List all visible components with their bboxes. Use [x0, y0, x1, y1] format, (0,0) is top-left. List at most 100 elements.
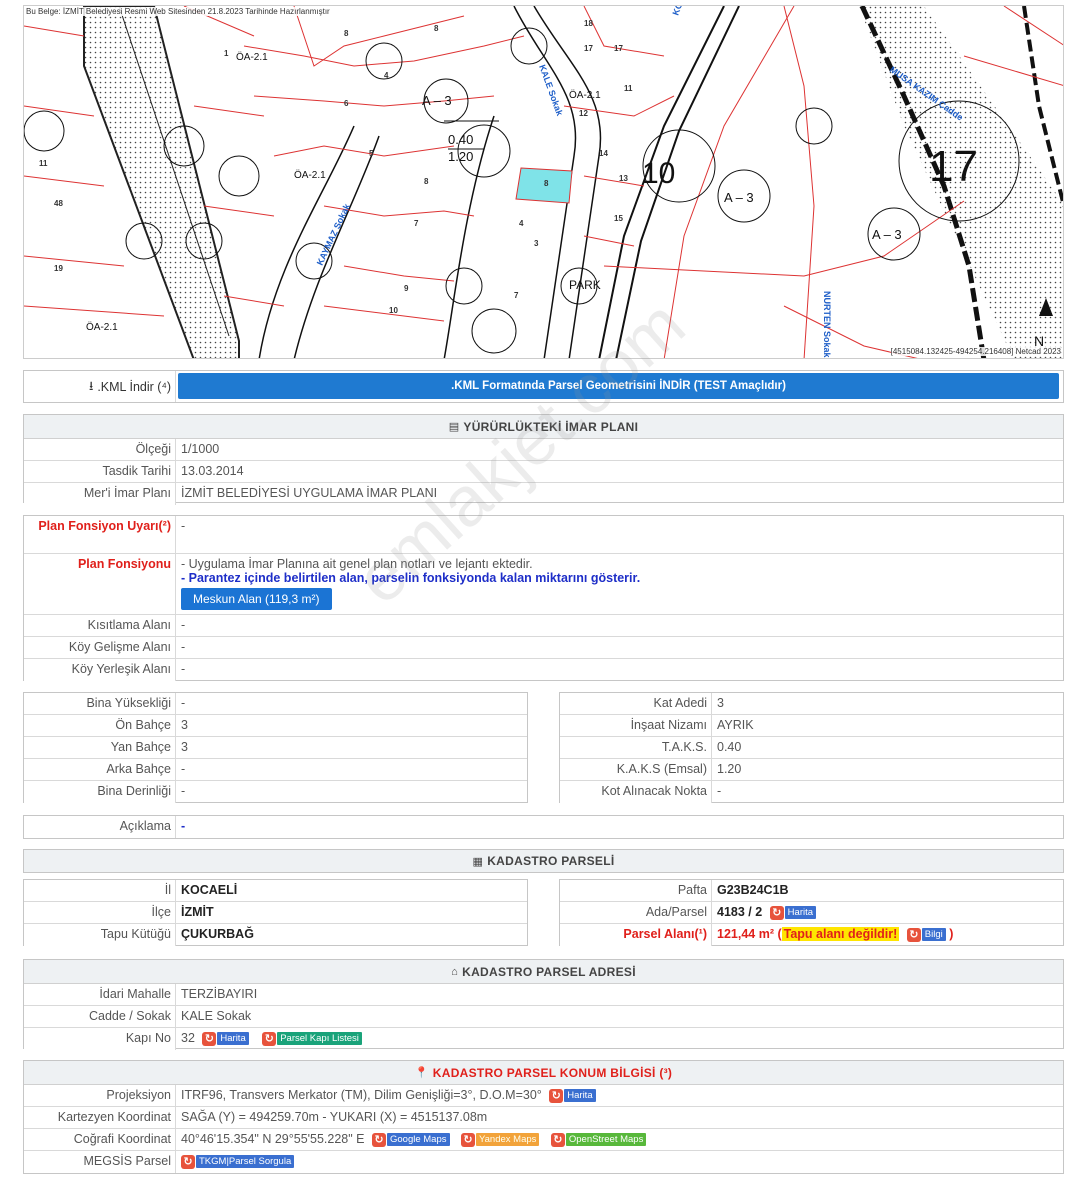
cartesian-value: SAĞA (Y) = 494259.70m - YUKARI (X) = 451…: [181, 1110, 488, 1124]
svg-text:3: 3: [534, 239, 539, 248]
cadastre-value: İZMİT: [181, 905, 214, 919]
map-zone-a3-label: A – 3: [724, 190, 754, 205]
kml-label-text: .KML İndir (⁴): [97, 380, 171, 394]
external-link-icon: ↻: [181, 1154, 195, 1169]
external-link-icon: ↻: [769, 905, 784, 920]
kml-label: ⭳ .KML İndir (⁴): [24, 371, 176, 402]
svg-text:48: 48: [54, 199, 63, 208]
imar-value: 13.03.2014: [181, 464, 244, 478]
plan-function-label: Plan Fonsiyonu: [24, 554, 176, 614]
map-oa-label: ÖA-2.1: [236, 51, 268, 63]
openstreet-maps-link[interactable]: ↻ OpenStreet Maps: [550, 1132, 647, 1147]
megsis-link[interactable]: ↻ TKGM|Parsel Sorgula: [181, 1154, 295, 1169]
bilgi-link[interactable]: ↻ Bilgi: [906, 927, 946, 942]
imar-label: Mer'i İmar Planı: [24, 483, 176, 505]
parcel-area-value: 121,44 m²: [717, 927, 774, 941]
svg-text:15: 15: [614, 214, 623, 223]
ada-harita-link-text: Harita: [784, 906, 817, 920]
external-link-icon: ↻: [550, 1132, 565, 1147]
plan-function-warning-value: -: [181, 519, 186, 533]
map-caption: Bu Belge: İZMİT Belediyesi Resmi Web Sit…: [26, 7, 330, 16]
ada-harita-link[interactable]: ↻ Harita: [769, 905, 817, 920]
home-icon: ⌂: [451, 965, 459, 978]
building-label: Bina Derinliği: [24, 781, 176, 803]
map-zone-a3-label: A – 3: [422, 93, 452, 108]
svg-text:13: 13: [619, 174, 628, 183]
grid-icon: ▦: [472, 855, 484, 868]
svg-text:6: 6: [344, 99, 349, 108]
cadastre-title: KADASTRO PARSELİ: [487, 854, 615, 868]
building-value: -: [181, 784, 186, 798]
cadastre-right-table: Pafta G23B24C1B Ada/Parsel 4183 / 2 ↻ Hari…: [559, 879, 1064, 946]
building-value: -: [181, 762, 186, 776]
imar-value: 1/1000: [181, 442, 220, 456]
map-zone-17-label: 17: [929, 142, 978, 191]
door-list-link[interactable]: ↻ Parsel Kapı Listesi: [262, 1031, 362, 1046]
svg-text:12: 12: [579, 109, 588, 118]
address-label: İdari Mahalle: [24, 984, 176, 1005]
zoning-map[interactable]: 8 8 17 18 11 6 879 10 4 7 3 15 13 48 19 11 145 14 1…: [23, 5, 1064, 359]
restriction-value: -: [181, 618, 186, 632]
svg-text:4: 4: [384, 71, 389, 80]
address-label: Cadde / Sokak: [24, 1006, 176, 1027]
external-link-icon: ↻: [372, 1132, 386, 1147]
building-label: Yan Bahçe: [24, 737, 176, 758]
svg-text:7: 7: [514, 291, 519, 300]
imar-value: İZMİT BELEDİYESİ UYGULAMA İMAR PLANI: [181, 486, 438, 500]
pafta-label: Pafta: [560, 880, 712, 901]
svg-text:11: 11: [624, 84, 633, 93]
map-canvas: 8817 18116 879 1047 31513 481911 145 141…: [24, 6, 1063, 358]
svg-text:10: 10: [389, 306, 398, 315]
meskun-alan-button[interactable]: Meskun Alan (119,3 m²): [181, 588, 332, 610]
cadastre-left-table: İl KOCAELİ İlçe İZMİT Tapu Kütüğü ÇUKURBAĞ: [23, 879, 528, 946]
address-title: KADASTRO PARSEL ADRESİ: [462, 964, 636, 979]
bilgi-link-text: Bilgi: [921, 928, 946, 942]
kml-download-button[interactable]: .KML Formatında Parsel Geometrisini İNDİ…: [178, 373, 1059, 399]
map-zone-10-label: 10: [642, 157, 675, 190]
google-maps-link-text: Google Maps: [387, 1133, 450, 1147]
map-kaks-label: 1.20: [448, 149, 473, 164]
plan-function-section: Plan Fonsiyon Uyarı(²) - Plan Fonsiyonu …: [23, 515, 1064, 681]
building-value: 3: [717, 696, 724, 710]
cadastre-header: ▦ KADASTRO PARSELİ: [24, 850, 1063, 872]
building-label: Kot Alınacak Nokta: [560, 781, 712, 803]
cadastre-label: İlçe: [24, 902, 176, 923]
map-zone-a3-label: A – 3: [872, 227, 902, 242]
external-link-icon: ↻: [262, 1031, 277, 1046]
building-label: İnşaat Nizamı: [560, 715, 712, 736]
address-value: KALE Sokak: [181, 1009, 252, 1023]
address-value: TERZİBAYIRI: [181, 987, 258, 1001]
geographic-value: 40°46'15.354" N 29°55'55.228" E: [181, 1132, 365, 1146]
projection-value: ITRF96, Transvers Merkator (TM), Dilim G…: [181, 1088, 542, 1102]
address-section: ⌂ KADASTRO PARSEL ADRESİ İdari Mahalle TE…: [23, 959, 1064, 1050]
svg-text:14: 14: [599, 149, 608, 158]
village-settlement-value: -: [181, 662, 186, 676]
map-park-label: PARK: [569, 278, 601, 292]
cadastre-label: İl: [24, 880, 176, 901]
svg-text:9: 9: [404, 284, 409, 293]
projection-harita-link[interactable]: ↻ Harita: [549, 1088, 596, 1103]
svg-text:8: 8: [544, 179, 549, 188]
parcel-area-label: Parsel Alanı(¹): [560, 924, 712, 946]
door-list-link-text: Parsel Kapı Listesi: [277, 1032, 362, 1046]
building-value: 1.20: [717, 762, 742, 776]
imar-plan-header: ▤ YÜRÜRLÜKTEKİ İMAR PLANI: [24, 415, 1063, 439]
svg-text:11: 11: [39, 159, 48, 168]
kml-section: ⭳ .KML İndir (⁴) .KML Formatında Parsel …: [23, 370, 1064, 403]
description-value: -: [181, 819, 186, 833]
imar-plan-section: ▤ YÜRÜRLÜKTEKİ İMAR PLANI Ölçeği 1/1000 T…: [23, 414, 1064, 505]
plan-function-note: - Uygulama İmar Planına ait genel plan n…: [181, 557, 533, 571]
door-number-value: 32: [181, 1031, 195, 1045]
door-harita-link[interactable]: ↻ Harita: [202, 1031, 249, 1046]
megsis-link-text: TKGM|Parsel Sorgula: [196, 1155, 295, 1169]
building-value: 0.40: [717, 740, 742, 754]
external-link-icon: ↻: [202, 1031, 217, 1046]
svg-text:17: 17: [614, 44, 623, 53]
yandex-maps-link[interactable]: ↻ Yandex Maps: [461, 1132, 540, 1147]
door-harita-link-text: Harita: [217, 1032, 249, 1046]
google-maps-link[interactable]: ↻ Google Maps: [372, 1132, 450, 1147]
svg-text:1: 1: [224, 49, 229, 58]
svg-text:8: 8: [344, 29, 349, 38]
document-icon: ▤: [448, 421, 460, 433]
cadastre-value: ÇUKURBAĞ: [181, 927, 254, 941]
